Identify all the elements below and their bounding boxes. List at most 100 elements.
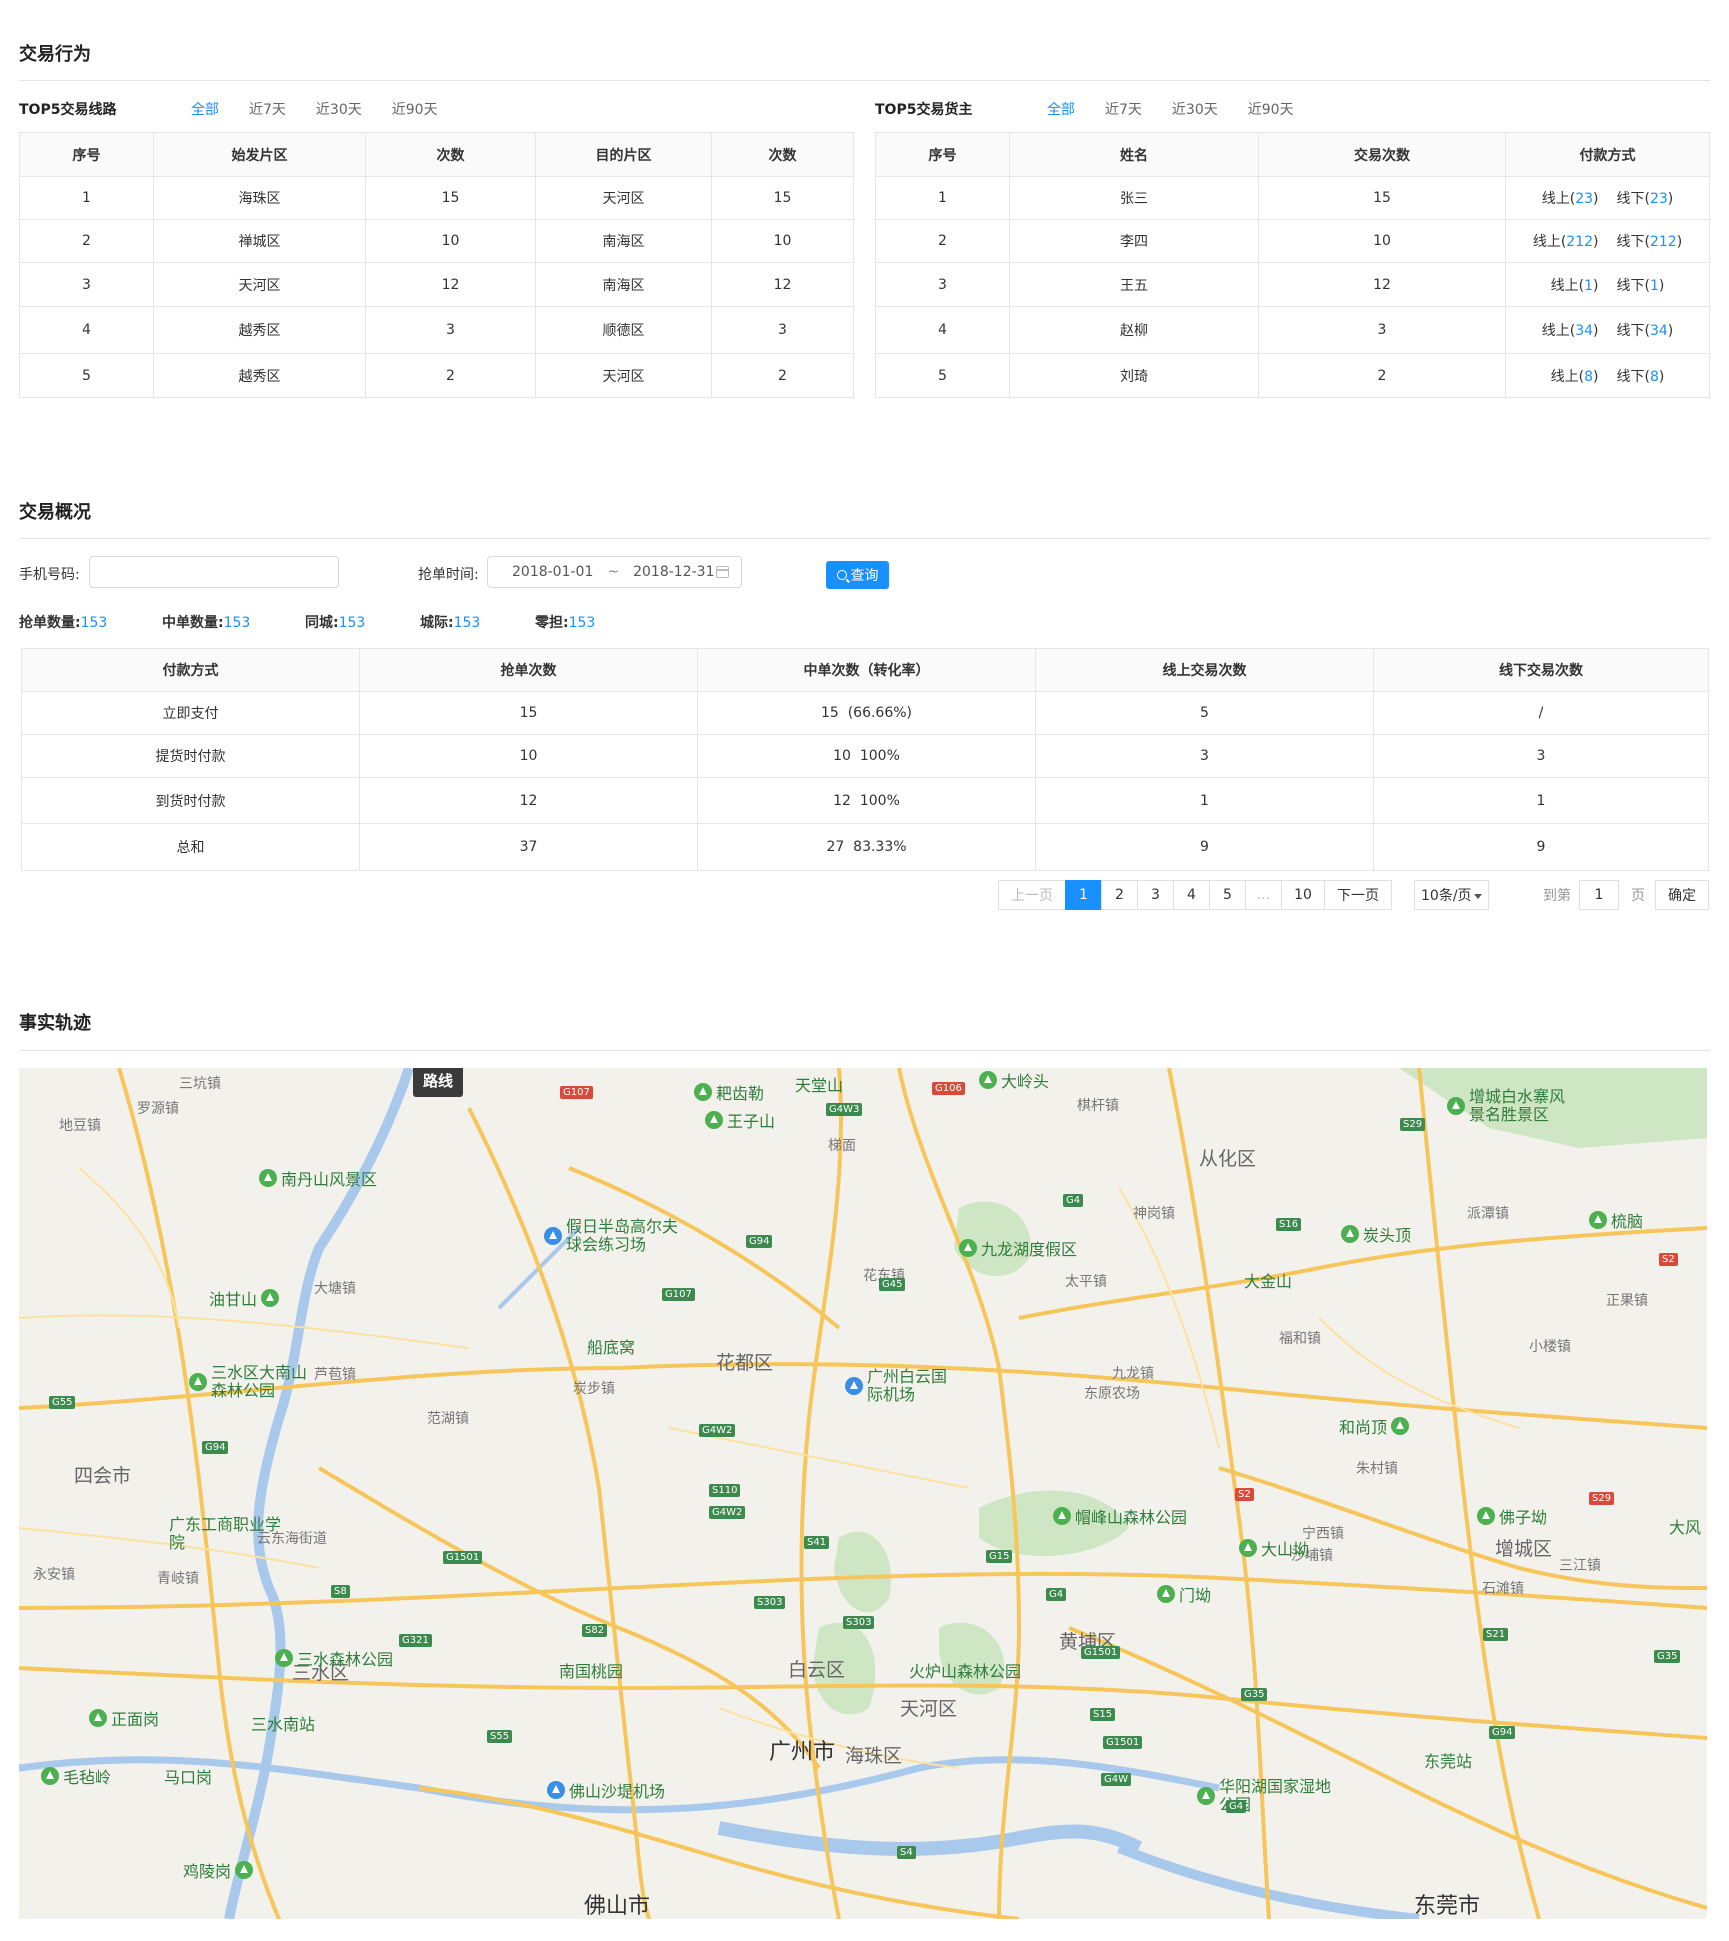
win-rate: (66.66%) bbox=[847, 705, 913, 721]
cell: 越秀区 bbox=[153, 353, 366, 398]
map-poi[interactable]: 佛山沙堤机场 bbox=[547, 1778, 665, 1802]
offline-count[interactable]: 212 bbox=[1650, 234, 1677, 250]
map-poi[interactable]: 华阳湖国家湿地公园 bbox=[1197, 1778, 1339, 1814]
map-poi[interactable]: 三水南站 bbox=[251, 1711, 315, 1735]
table-row: 4 赵柳 3 线上(34) 线下(34) bbox=[875, 306, 1710, 354]
col-header: 始发片区 bbox=[153, 132, 366, 177]
route-button[interactable]: 路线 bbox=[413, 1068, 464, 1097]
map-poi[interactable]: 广州白云国际机场 bbox=[845, 1368, 947, 1404]
shippers-filter-all[interactable]: 全部 bbox=[1047, 99, 1075, 119]
map-district-label: 天河区 bbox=[900, 1698, 958, 1720]
map-poi[interactable]: 南国桃园 bbox=[559, 1658, 623, 1682]
map-poi[interactable]: 大岭头 bbox=[979, 1068, 1049, 1092]
query-button[interactable]: 查询 bbox=[826, 561, 889, 589]
payment-cell: 线上(212) 线下(212) bbox=[1505, 219, 1710, 263]
map-poi[interactable]: 大风 bbox=[1669, 1514, 1701, 1538]
map-poi[interactable]: 火炉山森林公园 bbox=[909, 1658, 1021, 1682]
road-shield: G4 bbox=[1226, 1800, 1247, 1813]
tree-icon bbox=[189, 1373, 207, 1391]
cell: / bbox=[1373, 691, 1709, 735]
map-poi[interactable]: 门坳 bbox=[1157, 1582, 1211, 1606]
offline-count[interactable]: 34 bbox=[1650, 323, 1668, 339]
cell: 3 bbox=[1373, 734, 1709, 778]
cell: 到货时付款 bbox=[21, 777, 360, 824]
prev-page-button[interactable]: 上一页 bbox=[998, 880, 1066, 910]
map-poi[interactable]: 梳脑 bbox=[1589, 1208, 1643, 1232]
page-button-4[interactable]: 4 bbox=[1173, 880, 1210, 910]
road-shield: G94 bbox=[1489, 1726, 1516, 1739]
road-shield: G35 bbox=[1241, 1688, 1268, 1701]
map-poi[interactable]: 九龙湖度假区 bbox=[959, 1236, 1077, 1260]
map-poi[interactable]: 帽峰山森林公园 bbox=[1053, 1504, 1187, 1528]
map-poi[interactable]: 大山坳 bbox=[1239, 1536, 1309, 1560]
map-poi[interactable]: 三水区大南山森林公园 bbox=[189, 1364, 321, 1400]
map-town-label: 神岗镇 bbox=[1133, 1206, 1175, 1222]
map-poi[interactable]: 王子山 bbox=[705, 1108, 775, 1132]
poi-label: 大山坳 bbox=[1261, 1540, 1310, 1559]
online-count[interactable]: 34 bbox=[1575, 323, 1593, 339]
offline-count[interactable]: 23 bbox=[1650, 191, 1668, 207]
road-shield: S110 bbox=[709, 1484, 741, 1497]
map-poi[interactable]: 耙齿勒 bbox=[694, 1080, 764, 1104]
goto-page-input[interactable]: 1 bbox=[1579, 880, 1619, 910]
date-range-picker[interactable]: 2018-01-01 ~ 2018-12-31 bbox=[487, 556, 742, 588]
tree-icon bbox=[1053, 1507, 1071, 1525]
online-count[interactable]: 212 bbox=[1566, 234, 1593, 250]
cell: 2 bbox=[19, 219, 154, 263]
map-poi[interactable]: 假日半岛高尔夫球会练习场 bbox=[544, 1218, 681, 1254]
cell: 天河区 bbox=[153, 262, 366, 307]
online-count[interactable]: 1 bbox=[1584, 278, 1593, 294]
shippers-panel-header: TOP5交易货主 全部 近7天 近30天 近90天 bbox=[875, 97, 1324, 121]
map-poi[interactable]: 正面岗 bbox=[89, 1706, 159, 1730]
map-poi[interactable]: 广东工商职业学院 bbox=[169, 1516, 289, 1552]
routes-filter-90d[interactable]: 近90天 bbox=[392, 99, 438, 119]
map-poi[interactable]: 炭头顶 bbox=[1341, 1222, 1411, 1246]
shippers-filter-7d[interactable]: 近7天 bbox=[1105, 99, 1142, 119]
offline-count[interactable]: 8 bbox=[1650, 369, 1659, 385]
map-poi[interactable]: 天堂山 bbox=[795, 1072, 843, 1096]
page-button-2[interactable]: 2 bbox=[1101, 880, 1138, 910]
page-button-3[interactable]: 3 bbox=[1137, 880, 1174, 910]
map-poi[interactable]: 鸡陵岗 bbox=[183, 1858, 254, 1882]
table-row: 4 越秀区 3 顺德区 3 bbox=[19, 306, 854, 354]
map-poi[interactable]: 三水森林公园 bbox=[275, 1646, 393, 1670]
page-button-10[interactable]: 10 bbox=[1281, 880, 1325, 910]
tree-icon bbox=[275, 1649, 293, 1667]
road-shield: S2 bbox=[1659, 1253, 1678, 1266]
win-count: 10 bbox=[833, 748, 851, 764]
next-page-button[interactable]: 下一页 bbox=[1324, 880, 1392, 910]
poi-label: 九龙湖度假区 bbox=[981, 1240, 1078, 1259]
shippers-filter-30d[interactable]: 近30天 bbox=[1172, 99, 1218, 119]
cell: 12 bbox=[711, 262, 854, 307]
map-poi[interactable]: 佛子坳 bbox=[1477, 1504, 1547, 1528]
page-ellipsis[interactable]: ... bbox=[1245, 880, 1282, 910]
page-size-select[interactable]: 10条/页 bbox=[1414, 880, 1489, 910]
map-poi[interactable]: 大金山 bbox=[1244, 1268, 1292, 1292]
table-row: 5 越秀区 2 天河区 2 bbox=[19, 353, 854, 398]
map-poi[interactable]: 马口岗 bbox=[164, 1764, 212, 1788]
phone-input[interactable] bbox=[89, 556, 339, 588]
map-poi[interactable]: 船底窝 bbox=[587, 1334, 635, 1358]
map-poi[interactable]: 南丹山风景区 bbox=[259, 1166, 377, 1190]
col-header: 中单次数（转化率） bbox=[697, 648, 1036, 692]
cell: 15 bbox=[359, 691, 698, 735]
stat-intercity: 城际:153 bbox=[420, 612, 535, 632]
map-poi[interactable]: 增城白水寨风景名胜景区 bbox=[1447, 1088, 1579, 1124]
map-poi[interactable]: 油甘山 bbox=[209, 1286, 280, 1310]
routes-filter-all[interactable]: 全部 bbox=[191, 99, 219, 119]
routes-filter-30d[interactable]: 近30天 bbox=[316, 99, 362, 119]
col-header: 付款方式 bbox=[21, 648, 360, 692]
offline-count[interactable]: 1 bbox=[1650, 278, 1659, 294]
shippers-filter-90d[interactable]: 近90天 bbox=[1248, 99, 1294, 119]
online-count[interactable]: 23 bbox=[1575, 191, 1593, 207]
page-button-1[interactable]: 1 bbox=[1065, 880, 1102, 910]
routes-filter-7d[interactable]: 近7天 bbox=[249, 99, 286, 119]
online-count[interactable]: 8 bbox=[1584, 369, 1593, 385]
map-view[interactable]: 路线 广州市 佛山市 东莞市 从化区 花都区 四会市 三水区 白云区 天河区 黄… bbox=[19, 1068, 1707, 1919]
tree-icon bbox=[694, 1083, 712, 1101]
page-button-5[interactable]: 5 bbox=[1209, 880, 1246, 910]
map-poi[interactable]: 东莞站 bbox=[1424, 1748, 1472, 1772]
map-poi[interactable]: 毛毡岭 bbox=[41, 1764, 111, 1788]
goto-confirm-button[interactable]: 确定 bbox=[1655, 880, 1709, 910]
map-poi[interactable]: 和尚顶 bbox=[1339, 1414, 1410, 1438]
